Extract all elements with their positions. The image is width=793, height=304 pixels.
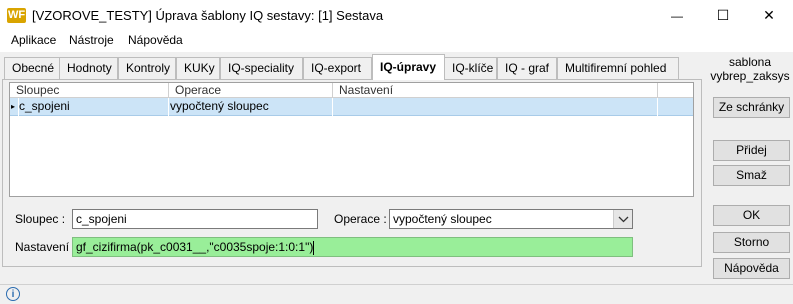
cancel-button[interactable]: Storno [713,232,790,253]
status-bar [0,284,793,304]
window-title: [VZOROVE_TESTY] Úprava šablony IQ sestav… [32,8,384,23]
close-icon: ✕ [763,7,775,23]
sloupec-input[interactable]: c_spojeni [72,209,318,229]
cell-nastaveni[interactable] [334,98,658,116]
tab-iq-export[interactable]: IQ-export [303,57,372,79]
tab-iq-upravy[interactable]: IQ-úpravy [372,54,445,80]
menu-aplikace[interactable]: Aplikace [11,33,56,47]
menu-bar [0,31,793,52]
template-name-line1: sablona [728,55,772,69]
tab-iq-speciality[interactable]: IQ-speciality [220,57,303,79]
nastaveni-input[interactable]: gf_cizifirma(pk_c0031__,"c0035spoje:1:0:… [72,237,633,257]
nastaveni-label: Nastavení : [15,240,76,254]
tab-multifiremni-pohled[interactable]: Multifiremní pohled [557,57,679,79]
tab-iq-graf[interactable]: IQ - graf [497,57,557,79]
operace-label: Operace : [334,212,387,226]
tab-kontroly[interactable]: Kontroly [118,57,176,79]
sloupec-label: Sloupec : [15,212,66,226]
cell-sloupec[interactable]: c_spojeni [19,98,169,116]
column-header-nastaveni[interactable]: Nastavení [333,83,658,98]
column-header-operace[interactable]: Operace [169,83,333,98]
maximize-button[interactable]: ☐ [700,0,746,31]
operace-dropdown-button[interactable] [613,210,632,228]
tab-iq-klice[interactable]: IQ-klíče [444,57,497,79]
minimize-button[interactable]: — [654,0,700,31]
tab-hodnoty[interactable]: Hodnoty [59,57,118,79]
help-button[interactable]: Nápověda [713,258,790,279]
chevron-down-icon [618,216,629,223]
row-indicator-icon: ▸ [11,98,19,116]
close-button[interactable]: ✕ [746,0,792,31]
text-cursor [313,240,315,255]
add-button[interactable]: Přidej [713,140,790,161]
paste-from-clipboard-button[interactable]: Ze schránky [713,97,790,118]
app-logo-icon: WF [7,8,26,23]
operace-select[interactable]: vypočtený sloupec [389,209,633,229]
minimize-icon: — [671,8,683,23]
template-name-line2: vybrep_zaksys [710,69,790,83]
column-header-sloupec[interactable]: Sloupec [10,83,169,98]
maximize-icon: ☐ [716,7,730,23]
tab-obecne[interactable]: Obecné [4,57,60,79]
ok-button[interactable]: OK [713,205,790,226]
menu-napoveda[interactable]: Nápověda [128,33,183,47]
tab-kuky[interactable]: KUKy [176,57,220,79]
delete-button[interactable]: Smaž [713,165,790,186]
nastaveni-value: gf_cizifirma(pk_c0031__,"c0035spoje:1:0:… [76,240,314,254]
menu-nastroje[interactable]: Nástroje [69,33,114,47]
operace-value: vypočtený sloupec [393,212,492,226]
cell-operace[interactable]: vypočtený sloupec [170,98,333,116]
info-icon[interactable]: i [6,287,20,301]
